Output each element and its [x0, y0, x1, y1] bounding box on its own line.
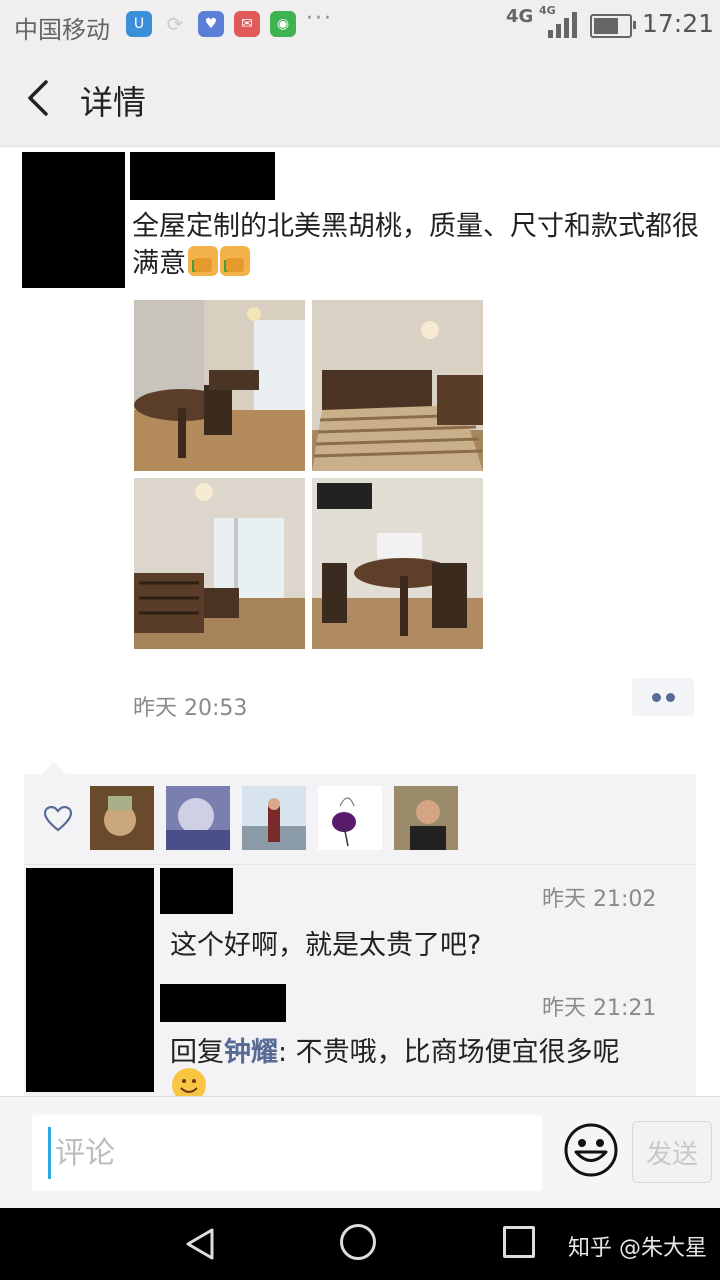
health-app-icon: ♥	[198, 11, 224, 37]
author-avatar[interactable]	[22, 152, 125, 288]
watermark: 知乎 @朱大星	[568, 1236, 707, 1261]
commenter-avatar[interactable]	[26, 868, 154, 1092]
reply-body: : 不贵哦，比商场便宜很多呢	[278, 1037, 620, 1068]
thumbs-up-icon	[188, 246, 218, 276]
emoji-icon[interactable]	[562, 1121, 620, 1179]
more-notifications-icon: ···	[306, 6, 333, 31]
liker-avatar[interactable]	[394, 786, 458, 850]
commenter-name[interactable]	[160, 984, 286, 1022]
comment-input[interactable]	[48, 1127, 537, 1179]
notification-app-icon: U	[126, 11, 152, 37]
post-time: 昨天 20:53	[133, 696, 248, 721]
author-name[interactable]	[130, 152, 275, 200]
system-nav-bar: 知乎 @朱大星	[0, 1208, 720, 1280]
comment-time: 昨天 21:02	[542, 887, 657, 912]
liker-avatar[interactable]	[318, 786, 382, 850]
post-photo-living[interactable]	[134, 478, 305, 649]
nav-bar: 详情	[0, 50, 720, 147]
comment-input-container	[32, 1115, 542, 1191]
clock: 17:21	[642, 9, 715, 38]
reply-prefix: 回复	[170, 1037, 224, 1068]
nav-recent-apps-icon[interactable]	[503, 1226, 535, 1258]
signal-icon	[542, 12, 577, 38]
likes-panel-arrow	[42, 762, 66, 774]
comment-text[interactable]: 这个好啊，就是太贵了吧?	[170, 923, 481, 962]
post-photo-bed[interactable]	[312, 300, 483, 471]
send-button[interactable]: 发送	[632, 1121, 712, 1183]
carrier-label: 中国移动	[14, 16, 110, 44]
commenter-name[interactable]	[160, 868, 233, 914]
thumbs-up-icon	[220, 246, 250, 276]
comment-time: 昨天 21:21	[542, 996, 657, 1021]
liker-avatar[interactable]	[166, 786, 230, 850]
heart-icon	[44, 806, 72, 832]
comment-input-bar: 发送	[0, 1096, 720, 1209]
more-actions-button[interactable]	[632, 678, 694, 716]
post-text: 全屋定制的北美黑胡桃，质量、尺寸和款式都很满意	[132, 208, 702, 282]
back-arrow-icon[interactable]	[22, 78, 58, 118]
wechat-icon: ◉	[270, 11, 296, 37]
status-bar: 中国移动 U ⟳ ♥ ✉ ◉ ··· 4G 4G 17:21	[0, 0, 720, 50]
post-photo-table[interactable]	[312, 478, 483, 649]
nav-back-icon[interactable]	[182, 1226, 218, 1262]
post-photo-dining[interactable]	[134, 300, 305, 471]
liker-avatar[interactable]	[90, 786, 154, 850]
network-type-label: 4G	[506, 6, 534, 27]
liker-avatar[interactable]	[242, 786, 306, 850]
mail-app-icon: ✉	[234, 11, 260, 37]
nav-home-icon[interactable]	[340, 1224, 376, 1260]
reply-to-name[interactable]: 钟耀	[224, 1037, 278, 1068]
comment-text[interactable]: 回复钟耀: 不贵哦，比商场便宜很多呢	[170, 1030, 620, 1069]
sync-icon: ⟳	[166, 12, 184, 36]
battery-icon	[590, 14, 636, 38]
page-title: 详情	[80, 83, 146, 122]
